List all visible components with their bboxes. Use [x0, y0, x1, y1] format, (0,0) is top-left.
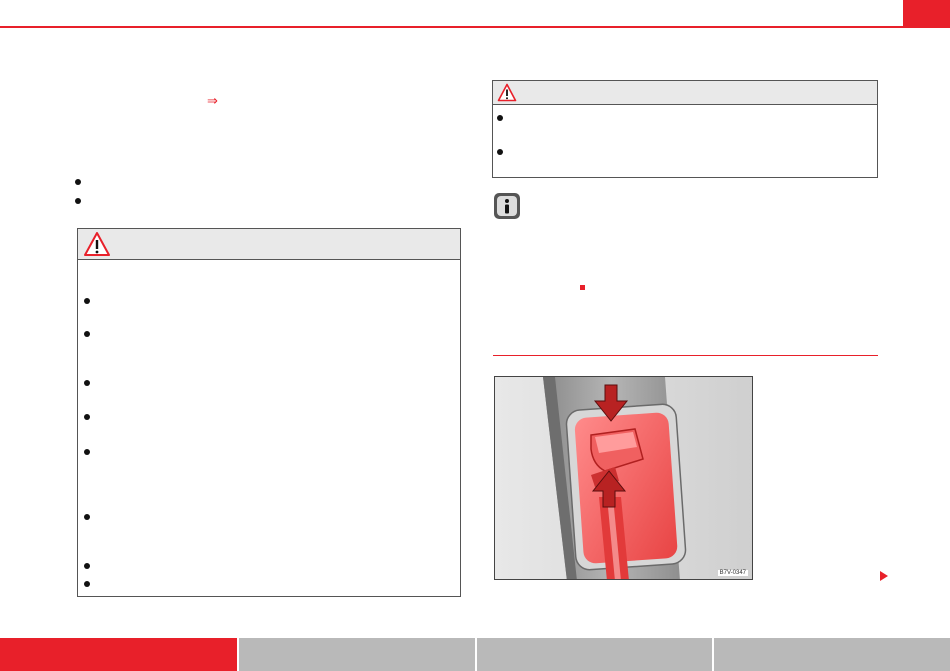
warning-bullet — [84, 380, 90, 386]
list-bullet — [75, 179, 81, 185]
belt-adjuster-illustration — [495, 377, 752, 579]
warning-header — [78, 229, 460, 260]
warning-bullet — [84, 514, 90, 520]
section-end-marker — [580, 285, 585, 290]
warning-bullet — [84, 563, 90, 569]
list-bullet — [75, 198, 81, 204]
figure-code: B7V-0347 — [717, 570, 748, 576]
warning-box-small — [492, 80, 878, 178]
warning-bullet — [84, 298, 90, 304]
warning-bullet — [84, 449, 90, 455]
warning-bullet — [497, 149, 503, 155]
continue-arrow-icon[interactable] — [880, 571, 888, 581]
footer-tab-1[interactable] — [0, 638, 237, 671]
warning-bullet — [84, 414, 90, 420]
info-icon — [494, 193, 520, 219]
warning-bullet — [497, 115, 503, 121]
page-corner-tab — [903, 0, 950, 28]
footer-tab-2[interactable] — [239, 638, 475, 671]
footer-tab-4[interactable] — [714, 638, 950, 671]
warning-header — [493, 81, 877, 105]
warning-bullet — [84, 331, 90, 337]
footer-navigation — [0, 638, 950, 671]
warning-triangle-icon — [84, 232, 110, 256]
warning-triangle-icon — [497, 83, 517, 102]
footer-tab-3[interactable] — [477, 638, 712, 671]
warning-bullet — [84, 581, 90, 587]
header-rule — [0, 26, 950, 28]
cross-reference-arrow[interactable]: ⇒ — [207, 93, 218, 109]
section-divider — [493, 355, 878, 356]
warning-box — [77, 228, 461, 597]
figure-belt-height-adjuster: B7V-0347 — [494, 376, 753, 580]
